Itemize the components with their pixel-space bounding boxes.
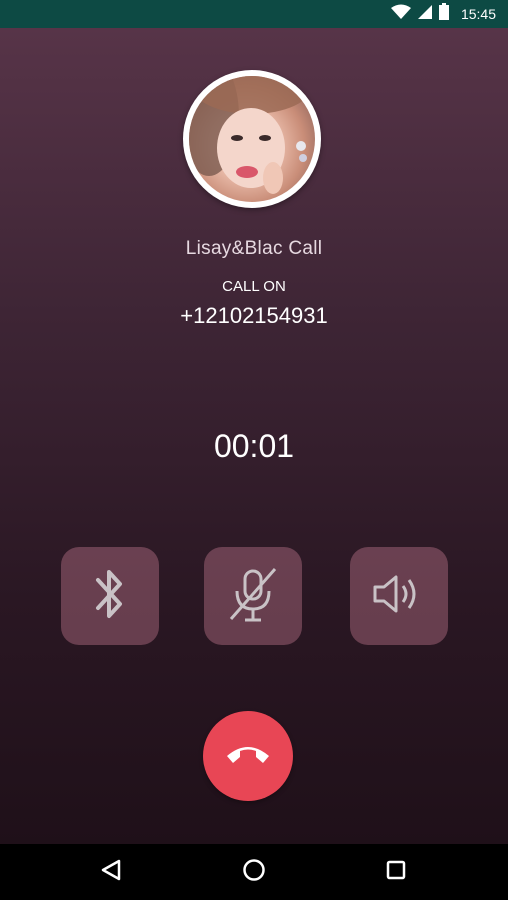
status-bar: 15:45	[0, 0, 508, 28]
back-button[interactable]	[96, 857, 126, 887]
call-screen: Lisay&Blac Call CALL ON +12102154931 00:…	[0, 28, 508, 844]
end-call-button[interactable]	[203, 711, 293, 801]
speaker-button[interactable]	[350, 547, 448, 645]
bluetooth-button[interactable]	[61, 547, 159, 645]
speaker-icon	[371, 572, 427, 621]
home-icon	[242, 858, 266, 887]
status-icons: 15:45	[390, 3, 496, 25]
avatar-photo	[189, 76, 315, 202]
mic-off-icon	[223, 563, 283, 630]
call-timer: 00:01	[213, 428, 295, 464]
status-time: 15:45	[460, 6, 496, 22]
call-status: CALL ON	[222, 278, 286, 295]
navigation-bar	[0, 844, 508, 900]
recents-button[interactable]	[381, 857, 411, 887]
recents-icon	[385, 859, 407, 886]
caller-name: Lisay&Blac Call	[185, 238, 323, 259]
battery-icon	[438, 3, 449, 25]
phone-number: +12102154931	[180, 303, 328, 328]
bluetooth-icon	[90, 564, 130, 629]
back-icon	[100, 858, 122, 887]
signal-icon	[417, 4, 433, 25]
home-button[interactable]	[239, 857, 269, 887]
mute-button[interactable]	[204, 547, 302, 645]
caller-avatar	[183, 70, 321, 208]
phone-hangup-icon	[225, 742, 271, 771]
wifi-icon	[390, 4, 411, 25]
